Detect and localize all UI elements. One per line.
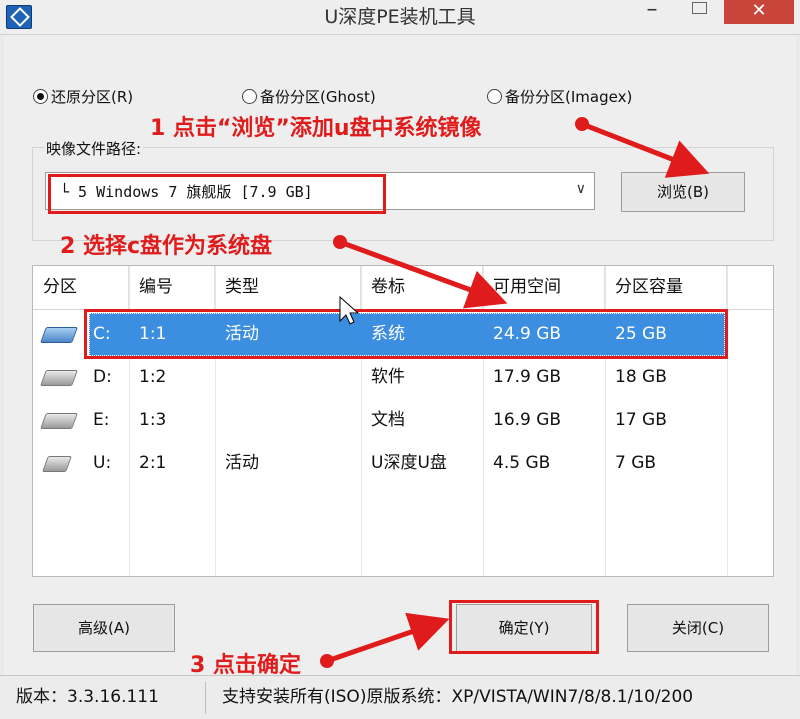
status-divider (205, 682, 206, 714)
version-text: 版本：3.3.16.111 (16, 687, 159, 707)
annotation-arrows (320, 117, 710, 668)
arrow-step-3 (320, 612, 450, 668)
status-bar: 版本：3.3.16.111 支持安装所有(ISO)原版系统：XP/VISTA/W… (0, 675, 800, 719)
arrow-step-2 (333, 235, 508, 309)
arrow-step-1 (575, 117, 710, 178)
support-text: 支持安装所有(ISO)原版系统：XP/VISTA/WIN7/8/8.1/10/2… (222, 687, 694, 707)
mouse-cursor-icon (339, 295, 360, 325)
